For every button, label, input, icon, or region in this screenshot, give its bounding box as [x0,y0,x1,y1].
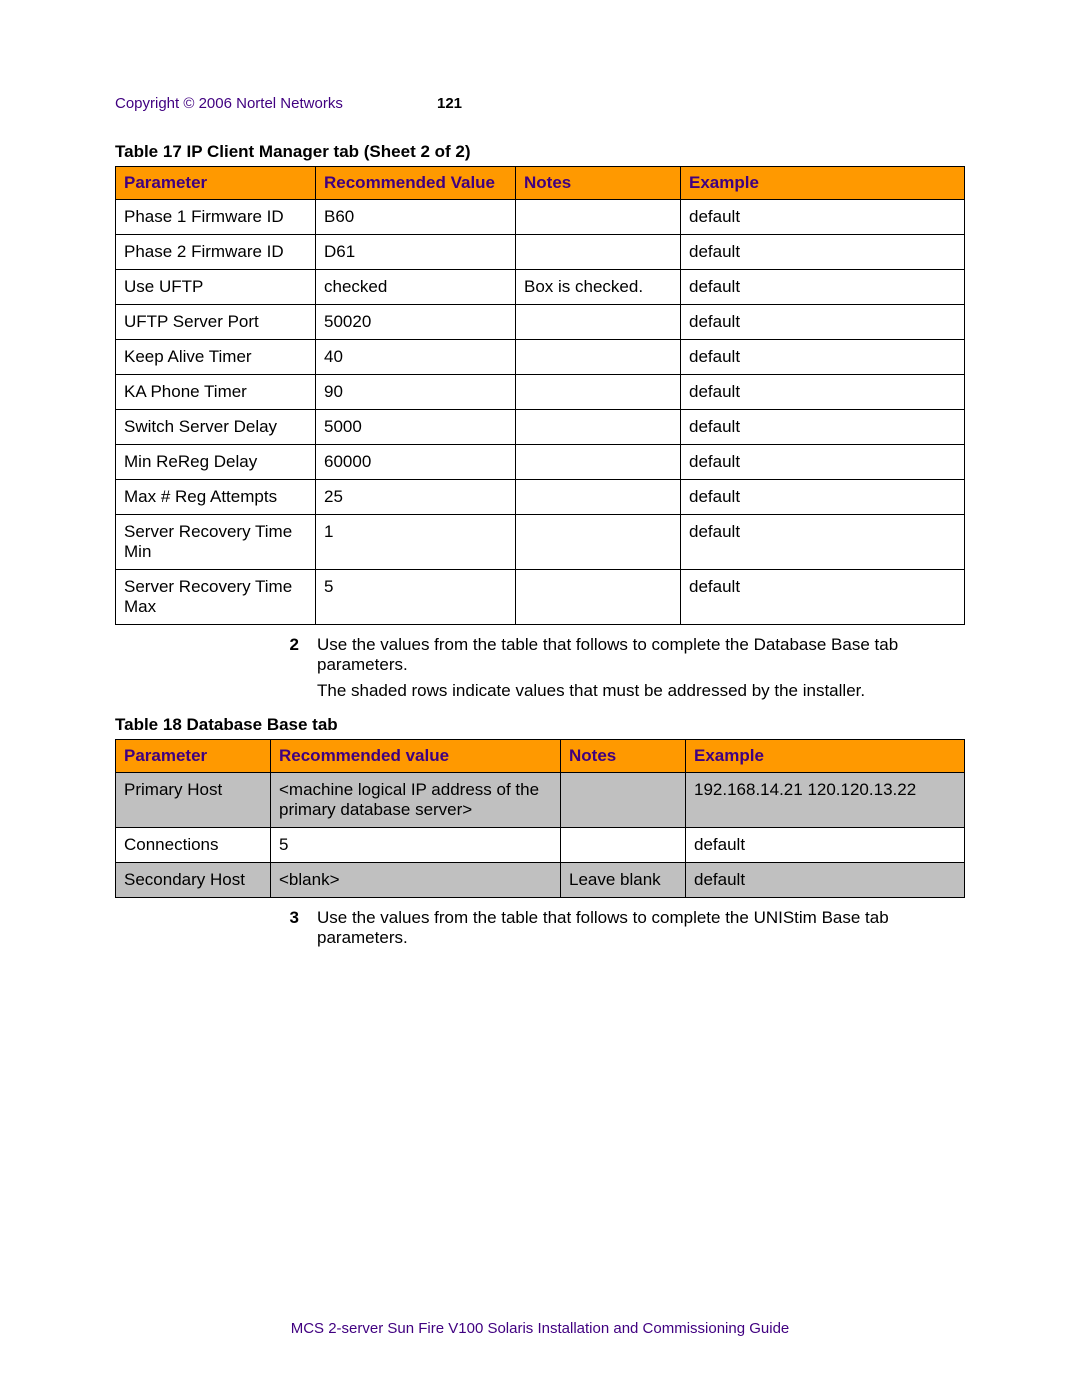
cell-example: default [681,570,965,625]
cell-example: default [681,235,965,270]
th-parameter: Parameter [116,740,271,773]
cell-notes: Leave blank [561,863,686,898]
cell-example: default [681,480,965,515]
cell-example: default [681,410,965,445]
cell-example: default [681,445,965,480]
table-row: Max # Reg Attempts25 default [116,480,965,515]
table-row: Server Recovery Time Min1 default [116,515,965,570]
cell-param: Connections [116,828,271,863]
step-number: 2 [263,635,317,675]
cell-value: D61 [316,235,516,270]
cell-param: Keep Alive Timer [116,340,316,375]
table-row: Phase 2 Firmware IDD61 default [116,235,965,270]
cell-param: Phase 1 Firmware ID [116,200,316,235]
step-number: 3 [263,908,317,948]
cell-example: default [681,375,965,410]
table-row: Phase 1 Firmware IDB60 default [116,200,965,235]
cell-param: Phase 2 Firmware ID [116,235,316,270]
table17: Parameter Recommended Value Notes Exampl… [115,166,965,625]
cell-notes [561,828,686,863]
step-3: 3 Use the values from the table that fol… [115,908,965,948]
th-recommended: Recommended value [271,740,561,773]
cell-example: default [681,270,965,305]
cell-notes [516,570,681,625]
cell-value: 60000 [316,445,516,480]
th-recommended: Recommended Value [316,167,516,200]
cell-value: 5000 [316,410,516,445]
cell-value: <blank> [271,863,561,898]
table18: Parameter Recommended value Notes Exampl… [115,739,965,898]
cell-param: Switch Server Delay [116,410,316,445]
th-notes: Notes [561,740,686,773]
step-text: Use the values from the table that follo… [317,908,965,948]
cell-value: <machine logical IP address of the prima… [271,773,561,828]
cell-notes [516,375,681,410]
th-notes: Notes [516,167,681,200]
table-row: Primary Host<machine logical IP address … [116,773,965,828]
cell-notes [516,410,681,445]
cell-notes: Box is checked. [516,270,681,305]
cell-example: default [681,200,965,235]
cell-param: Min ReReg Delay [116,445,316,480]
table-header-row: Parameter Recommended value Notes Exampl… [116,740,965,773]
copyright-text: Copyright © 2006 Nortel Networks [115,95,343,112]
cell-param: Use UFTP [116,270,316,305]
cell-param: Server Recovery Time Max [116,570,316,625]
table-row: UFTP Server Port50020 default [116,305,965,340]
table-row: KA Phone Timer90 default [116,375,965,410]
table-row: Switch Server Delay5000 default [116,410,965,445]
table-row: Secondary Host<blank>Leave blankdefault [116,863,965,898]
step-text: Use the values from the table that follo… [317,635,965,675]
cell-notes [516,235,681,270]
table18-caption: Table 18 Database Base tab [115,715,965,735]
page-number: 121 [437,95,462,112]
cell-example: default [686,863,965,898]
cell-value: 40 [316,340,516,375]
step-2: 2 Use the values from the table that fol… [115,635,965,675]
table-header-row: Parameter Recommended Value Notes Exampl… [116,167,965,200]
cell-notes [561,773,686,828]
cell-value: 50020 [316,305,516,340]
cell-param: Server Recovery Time Min [116,515,316,570]
cell-example: 192.168.14.21 120.120.13.22 [686,773,965,828]
cell-value: 25 [316,480,516,515]
th-parameter: Parameter [116,167,316,200]
step-2-paragraph: The shaded rows indicate values that mus… [115,681,965,701]
cell-param: Primary Host [116,773,271,828]
cell-value: checked [316,270,516,305]
table-row: Server Recovery Time Max5 default [116,570,965,625]
th-example: Example [681,167,965,200]
page-header: Copyright © 2006 Nortel Networks 121 [115,95,965,112]
th-example: Example [686,740,965,773]
cell-notes [516,480,681,515]
cell-notes [516,445,681,480]
table17-caption: Table 17 IP Client Manager tab (Sheet 2 … [115,142,965,162]
page-footer: MCS 2-server Sun Fire V100 Solaris Insta… [0,1320,1080,1337]
table-row: Connections5 default [116,828,965,863]
cell-value: 5 [316,570,516,625]
cell-param: KA Phone Timer [116,375,316,410]
table-row: Use UFTPcheckedBox is checked.default [116,270,965,305]
cell-value: 1 [316,515,516,570]
cell-example: default [681,515,965,570]
cell-example: default [686,828,965,863]
cell-notes [516,340,681,375]
page: Copyright © 2006 Nortel Networks 121 Tab… [0,0,1080,1397]
cell-notes [516,515,681,570]
cell-notes [516,305,681,340]
cell-param: UFTP Server Port [116,305,316,340]
table-row: Keep Alive Timer40 default [116,340,965,375]
cell-value: 90 [316,375,516,410]
cell-param: Secondary Host [116,863,271,898]
cell-example: default [681,340,965,375]
cell-notes [516,200,681,235]
cell-value: 5 [271,828,561,863]
table-row: Min ReReg Delay60000 default [116,445,965,480]
cell-value: B60 [316,200,516,235]
cell-param: Max # Reg Attempts [116,480,316,515]
cell-example: default [681,305,965,340]
